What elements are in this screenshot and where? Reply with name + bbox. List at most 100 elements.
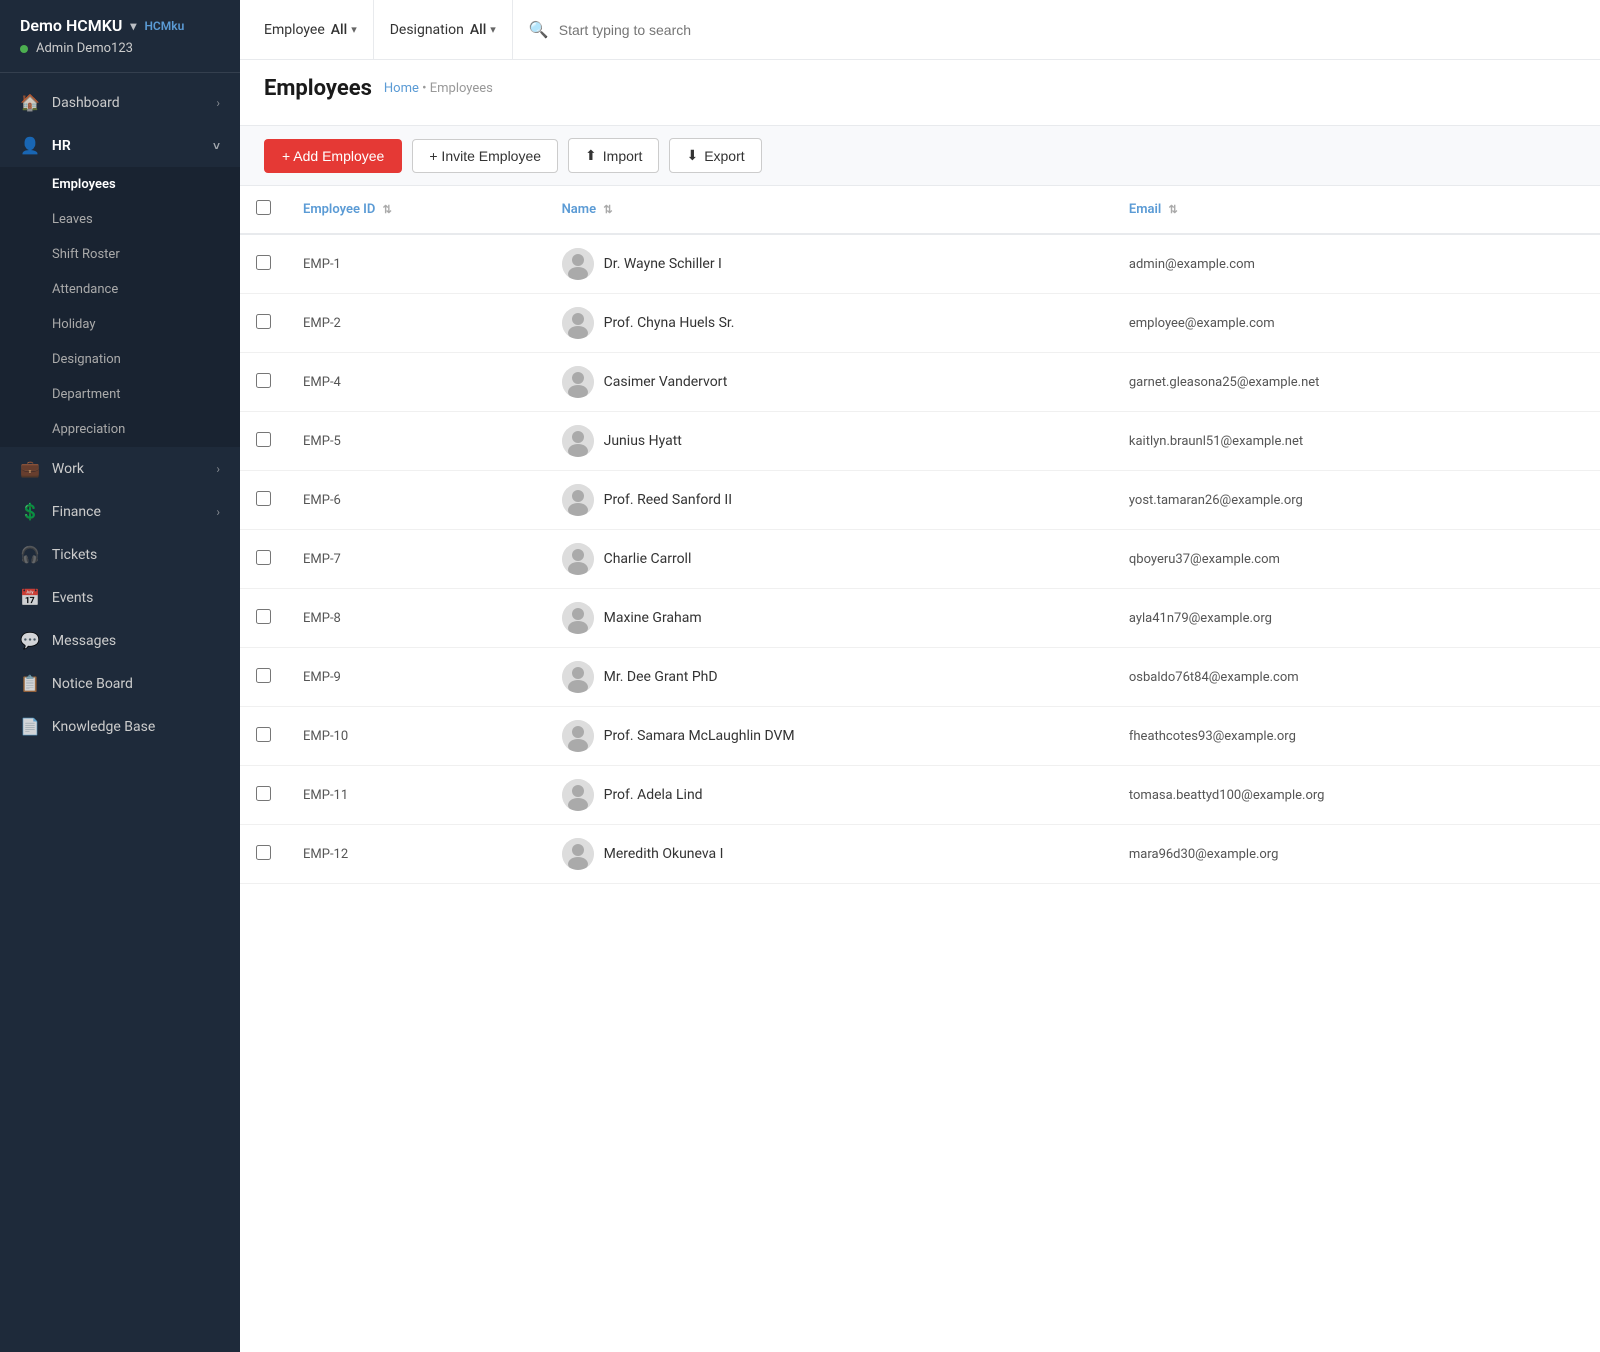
row-checkbox[interactable] — [256, 432, 271, 447]
home-icon: 🏠 — [20, 93, 40, 112]
row-checkbox-cell — [240, 353, 287, 412]
main-content: Employee All ▾ Designation All ▾ 🔍 Emplo… — [240, 0, 1600, 1352]
employee-name: Meredith Okuneva I — [604, 846, 724, 862]
employees-table-container: Employee ID ⇅ Name ⇅ Email ⇅ EMP-1 — [240, 186, 1600, 1352]
avatar — [562, 484, 594, 516]
sidebar-item-label: Events — [52, 590, 93, 606]
table-row: EMP-1 Dr. Wayne Schiller I admin@example… — [240, 234, 1600, 294]
employee-name: Charlie Carroll — [604, 551, 692, 567]
employee-name-cell: Charlie Carroll — [546, 530, 1113, 589]
avatar — [562, 543, 594, 575]
row-checkbox[interactable] — [256, 845, 271, 860]
employee-name: Prof. Samara McLaughlin DVM — [604, 728, 795, 744]
brand-arrow-icon: ▾ — [130, 19, 136, 33]
sidebar-item-appreciation[interactable]: Appreciation — [0, 412, 240, 447]
row-checkbox[interactable] — [256, 255, 271, 270]
select-all-checkbox[interactable] — [256, 200, 271, 215]
sidebar-item-notice-board[interactable]: 📋 Notice Board — [0, 662, 240, 705]
table-header-email[interactable]: Email ⇅ — [1113, 186, 1600, 234]
sidebar-item-hr[interactable]: 👤 HR ˅ — [0, 124, 240, 167]
designation-filter-select[interactable]: All ▾ — [470, 22, 496, 38]
employee-name-cell: Prof. Adela Lind — [546, 766, 1113, 825]
row-checkbox[interactable] — [256, 550, 271, 565]
import-button[interactable]: ⬆ Import — [568, 138, 659, 173]
avatar — [562, 779, 594, 811]
employee-name: Prof. Reed Sanford II — [604, 492, 732, 508]
invite-employee-button[interactable]: + Invite Employee — [412, 139, 558, 173]
page-header: Employees Home • Employees — [240, 60, 1600, 126]
sidebar-item-shift-roster[interactable]: Shift Roster — [0, 237, 240, 272]
employee-email-cell: mara96d30@example.org — [1113, 825, 1600, 884]
sidebar-item-leaves[interactable]: Leaves — [0, 202, 240, 237]
row-checkbox-cell — [240, 530, 287, 589]
avatar — [562, 366, 594, 398]
designation-filter-value: All — [470, 22, 486, 38]
employee-name: Maxine Graham — [604, 610, 702, 626]
work-icon: 💼 — [20, 459, 40, 478]
search-input[interactable] — [559, 22, 1560, 38]
row-checkbox-cell — [240, 412, 287, 471]
chevron-down-icon: ˅ — [213, 139, 220, 153]
row-checkbox[interactable] — [256, 609, 271, 624]
employee-id-cell: EMP-9 — [287, 648, 546, 707]
employee-email-cell: admin@example.com — [1113, 234, 1600, 294]
sidebar-item-knowledge-base[interactable]: 📄 Knowledge Base — [0, 705, 240, 748]
sidebar-item-tickets[interactable]: 🎧 Tickets — [0, 533, 240, 576]
sidebar-item-designation[interactable]: Designation — [0, 342, 240, 377]
row-checkbox[interactable] — [256, 786, 271, 801]
sidebar-user: Admin Demo123 — [20, 41, 220, 56]
avatar — [562, 425, 594, 457]
sort-icon: ⇅ — [603, 203, 612, 216]
row-checkbox-cell — [240, 471, 287, 530]
sidebar-item-events[interactable]: 📅 Events — [0, 576, 240, 619]
row-checkbox[interactable] — [256, 668, 271, 683]
sidebar: Demo HCMKU ▾ HCMku Admin Demo123 🏠 Dashb… — [0, 0, 240, 1352]
employee-name: Dr. Wayne Schiller I — [604, 256, 722, 272]
table-header-row: Employee ID ⇅ Name ⇅ Email ⇅ — [240, 186, 1600, 234]
sidebar-item-work[interactable]: 💼 Work › — [0, 447, 240, 490]
employee-name: Casimer Vandervort — [604, 374, 728, 390]
row-checkbox[interactable] — [256, 727, 271, 742]
brand-link[interactable]: HCMku — [144, 19, 184, 33]
add-employee-button[interactable]: + Add Employee — [264, 139, 402, 173]
sidebar-item-employees[interactable]: Employees — [0, 167, 240, 202]
employee-filter-arrow-icon: ▾ — [351, 23, 357, 36]
sidebar-item-dashboard[interactable]: 🏠 Dashboard › — [0, 81, 240, 124]
employee-filter-label: Employee — [264, 22, 325, 38]
employee-id-cell: EMP-11 — [287, 766, 546, 825]
employee-name: Prof. Adela Lind — [604, 787, 703, 803]
table-header-emp-id[interactable]: Employee ID ⇅ — [287, 186, 546, 234]
table-row: EMP-12 Meredith Okuneva I mara96d30@exam… — [240, 825, 1600, 884]
row-checkbox-cell — [240, 234, 287, 294]
action-bar: + Add Employee + Invite Employee ⬆ Impor… — [240, 126, 1600, 186]
employee-id-cell: EMP-5 — [287, 412, 546, 471]
brand-name[interactable]: Demo HCMKU ▾ HCMku — [20, 16, 220, 35]
sidebar-item-label: Knowledge Base — [52, 719, 155, 735]
employee-name-cell: Prof. Chyna Huels Sr. — [546, 294, 1113, 353]
sidebar-item-label: Work — [52, 461, 84, 477]
row-checkbox[interactable] — [256, 373, 271, 388]
export-button[interactable]: ⬇ Export — [669, 138, 761, 173]
row-checkbox[interactable] — [256, 314, 271, 329]
employee-email-cell: ayla41n79@example.org — [1113, 589, 1600, 648]
sidebar-item-messages[interactable]: 💬 Messages — [0, 619, 240, 662]
chevron-right-icon: › — [216, 505, 220, 519]
sidebar-item-department[interactable]: Department — [0, 377, 240, 412]
row-checkbox[interactable] — [256, 491, 271, 506]
table-header-name[interactable]: Name ⇅ — [546, 186, 1113, 234]
employee-filter-select[interactable]: All ▾ — [331, 22, 357, 38]
employee-email-cell: garnet.gleasona25@example.net — [1113, 353, 1600, 412]
sidebar-header: Demo HCMKU ▾ HCMku Admin Demo123 — [0, 0, 240, 73]
chevron-right-icon: › — [216, 96, 220, 110]
designation-filter-arrow-icon: ▾ — [490, 23, 496, 36]
employee-name: Prof. Chyna Huels Sr. — [604, 315, 735, 331]
search-group: 🔍 — [513, 20, 1576, 39]
breadcrumb-home-link[interactable]: Home — [384, 81, 419, 96]
sidebar-item-label: HR — [52, 138, 71, 154]
sidebar-item-holiday[interactable]: Holiday — [0, 307, 240, 342]
employee-email-cell: yost.tamaran26@example.org — [1113, 471, 1600, 530]
avatar — [562, 248, 594, 280]
sidebar-item-attendance[interactable]: Attendance — [0, 272, 240, 307]
sidebar-item-finance[interactable]: 💲 Finance › — [0, 490, 240, 533]
row-checkbox-cell — [240, 589, 287, 648]
